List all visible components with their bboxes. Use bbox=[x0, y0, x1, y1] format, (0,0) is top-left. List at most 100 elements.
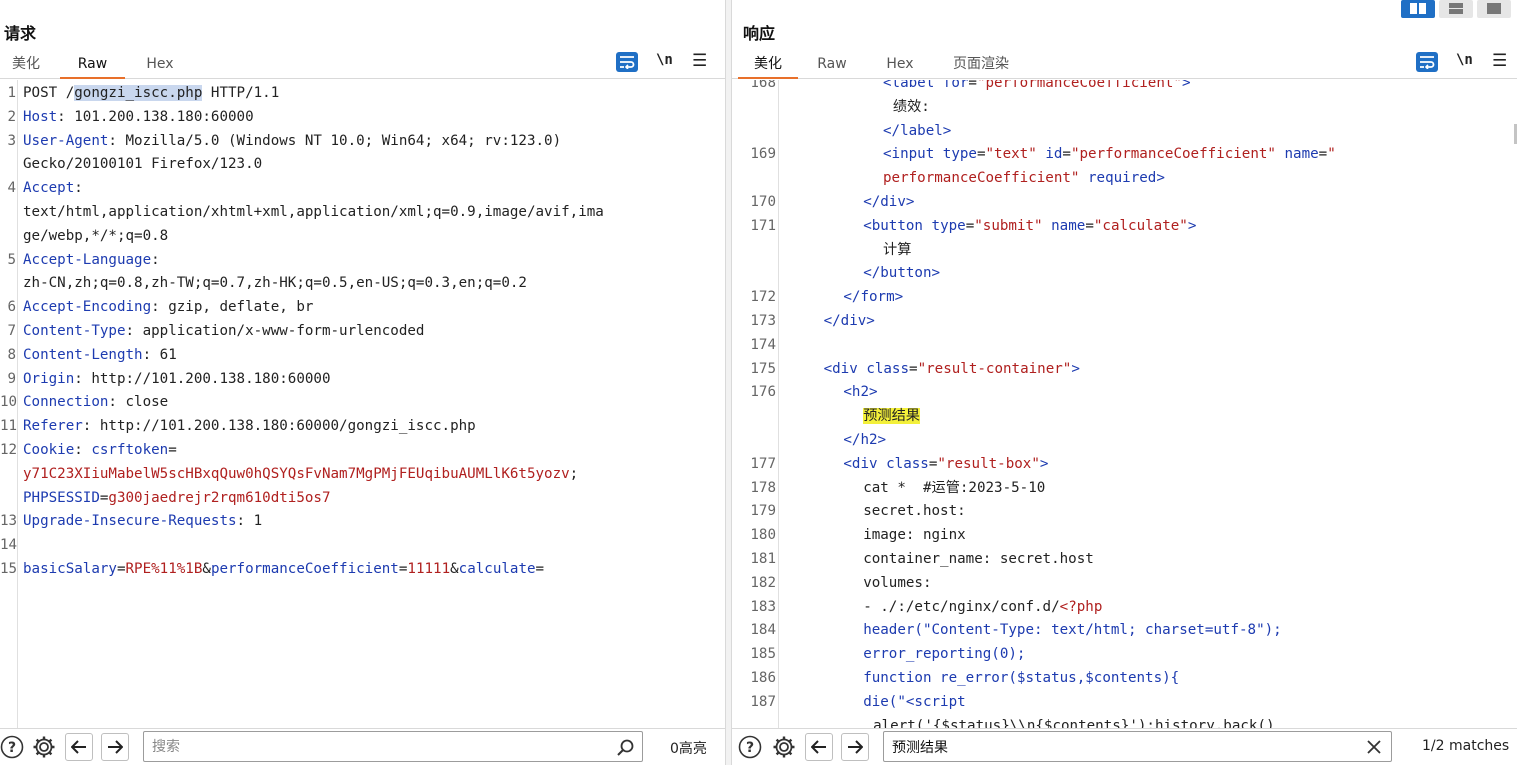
gear-icon[interactable] bbox=[772, 735, 796, 759]
line-number: 11 bbox=[0, 418, 18, 435]
code-token: container_name: secret.host bbox=[863, 551, 1094, 567]
code-token: 11111 bbox=[407, 561, 451, 577]
search-match-highlight: 预测结果 bbox=[863, 408, 920, 425]
tabs-layout-button[interactable] bbox=[1477, 0, 1511, 18]
line-number: 1 bbox=[7, 85, 16, 101]
previous-match-button[interactable] bbox=[805, 733, 833, 761]
text-wrap-icon[interactable] bbox=[1416, 52, 1438, 72]
code-text: Content-Length: 61 bbox=[23, 344, 177, 368]
code-text: Cookie: csrftoken= bbox=[23, 439, 177, 463]
code-token: "submit" bbox=[974, 217, 1043, 234]
tab-raw[interactable]: Raw bbox=[60, 54, 125, 79]
code-token: function re_error($status,$contents){ bbox=[863, 670, 1180, 686]
code-token: </label> bbox=[883, 122, 952, 139]
code-token: RPE%11%1B bbox=[125, 561, 203, 577]
code-token: HTTP/1.1 bbox=[202, 85, 280, 101]
line-number: 175 bbox=[750, 360, 776, 377]
code-token: ge/webp,*/*;q=0.8 bbox=[23, 227, 169, 244]
code-text: </label> bbox=[883, 120, 951, 144]
code-token: </h2> bbox=[843, 432, 887, 448]
line-number: 5 bbox=[7, 251, 16, 268]
code-token: csrftoken bbox=[91, 442, 169, 458]
code-text: error_reporting(0); bbox=[863, 643, 1025, 667]
code-token: : 101.200.138.180:60000 bbox=[57, 108, 254, 125]
clear-search-icon[interactable] bbox=[1367, 740, 1381, 754]
code-token: Host bbox=[23, 108, 58, 125]
tab-hex[interactable]: Hex bbox=[143, 54, 177, 79]
newline-toggle[interactable]: \n bbox=[656, 52, 673, 68]
code-text: secret.host: bbox=[863, 500, 966, 524]
code-text: Upgrade-Insecure-Requests: 1 bbox=[23, 510, 262, 534]
help-icon[interactable]: ? bbox=[0, 735, 24, 759]
side-by-side-layout-button[interactable] bbox=[1401, 0, 1435, 18]
code-text: Origin: http://101.200.138.180:60000 bbox=[23, 368, 331, 392]
code-token: <label bbox=[883, 80, 943, 91]
next-match-button[interactable] bbox=[101, 733, 129, 761]
code-token: Cookie bbox=[23, 442, 75, 458]
tab-render[interactable]: 页面渲染 bbox=[949, 54, 1013, 79]
code-token: alert('{$status}\\n{$contents}');history… bbox=[873, 717, 1275, 728]
line-number: 169 bbox=[750, 146, 776, 163]
gear-icon[interactable] bbox=[32, 735, 56, 759]
tab-pretty[interactable]: 美化 bbox=[10, 54, 42, 79]
code-token: zh-CN,zh;q=0.8,zh-TW;q=0.7,zh-HK;q=0.5,e… bbox=[23, 275, 527, 292]
pane-divider[interactable] bbox=[725, 0, 732, 765]
search-input[interactable] bbox=[152, 736, 576, 758]
vertical-layout-button[interactable] bbox=[1439, 0, 1473, 18]
code-text: <input type="text" id="performanceCoeffi… bbox=[883, 143, 1336, 167]
response-search-field[interactable] bbox=[883, 731, 1392, 762]
code-token: "result-container" bbox=[917, 360, 1072, 377]
code-token: = bbox=[1062, 146, 1071, 163]
code-text: y71C23XIiuMabelW5scHBxqQuw0hQSYQsFvNam7M… bbox=[23, 463, 578, 487]
search-input[interactable] bbox=[892, 736, 1323, 758]
code-token: > bbox=[1039, 455, 1049, 472]
code-token: <button bbox=[863, 217, 932, 234]
code-token: : Mozilla/5.0 (Windows NT 10.0; Win64; x… bbox=[108, 132, 562, 149]
request-pane: 请求 美化 Raw Hex \n ☰ 1 POST /gongzi_iscc.ph… bbox=[0, 0, 725, 765]
help-icon[interactable]: ? bbox=[738, 735, 762, 759]
code-text: User-Agent: Mozilla/5.0 (Windows NT 10.0… bbox=[23, 130, 561, 154]
line-number: 186 bbox=[750, 670, 776, 686]
code-token: = bbox=[116, 561, 126, 577]
request-editor[interactable]: 1 POST /gongzi_iscc.php HTTP/1.1 2 Host: 10… bbox=[0, 80, 725, 728]
code-token: <div bbox=[823, 360, 867, 377]
tab-raw[interactable]: Raw bbox=[816, 54, 848, 79]
code-token: class bbox=[886, 455, 929, 472]
request-search-field[interactable] bbox=[143, 731, 643, 762]
code-token: name bbox=[1284, 146, 1319, 163]
code-token: : bbox=[74, 442, 92, 458]
text-wrap-icon[interactable] bbox=[616, 52, 638, 72]
line-number: 8 bbox=[7, 346, 16, 363]
layout-switcher bbox=[1401, 0, 1517, 18]
code-token: <h2> bbox=[843, 384, 878, 401]
line-number: 179 bbox=[750, 503, 776, 520]
tab-pretty[interactable]: 美化 bbox=[738, 54, 798, 79]
line-number: 177 bbox=[750, 455, 776, 472]
code-text: cat * #运管:2023-5-10 bbox=[863, 477, 1045, 501]
line-number: 14 bbox=[0, 537, 18, 554]
response-tabs: 美化 Raw Hex 页面渲染 bbox=[732, 52, 1517, 79]
previous-match-button[interactable] bbox=[65, 733, 93, 761]
svg-text:?: ? bbox=[8, 740, 16, 756]
code-token: > bbox=[1071, 360, 1080, 377]
code-token: PHPSESSID bbox=[23, 489, 100, 506]
line-number: 7 bbox=[7, 323, 16, 339]
next-match-button[interactable] bbox=[841, 733, 869, 761]
response-editor[interactable]: 168 <label for="performanceCoefficient"> 绩… bbox=[732, 80, 1517, 728]
code-token: Upgrade-Insecure-Requests bbox=[23, 513, 237, 530]
code-token: > bbox=[1187, 217, 1197, 234]
line-number: 176 bbox=[750, 384, 776, 401]
hamburger-menu-icon[interactable]: ☰ bbox=[1492, 52, 1507, 69]
code-text: image: nginx bbox=[863, 524, 966, 548]
code-token: Accept-Language bbox=[23, 251, 152, 268]
line-number: 10 bbox=[0, 394, 18, 411]
code-text: Accept-Encoding: gzip, deflate, br bbox=[23, 296, 313, 320]
code-token: Content-Length bbox=[23, 346, 143, 363]
hamburger-menu-icon[interactable]: ☰ bbox=[692, 52, 707, 69]
newline-toggle[interactable]: \n bbox=[1456, 52, 1473, 68]
code-token: 绩效: bbox=[892, 98, 930, 115]
line-number: 181 bbox=[750, 551, 776, 567]
tab-hex[interactable]: Hex bbox=[883, 54, 917, 79]
code-token: Connection bbox=[23, 394, 109, 411]
line-number: 13 bbox=[0, 513, 18, 530]
